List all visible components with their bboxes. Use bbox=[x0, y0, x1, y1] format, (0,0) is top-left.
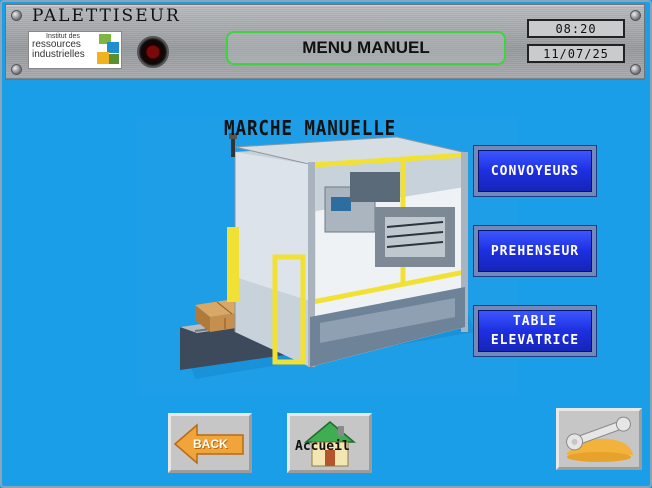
home-button[interactable]: Accueil bbox=[287, 413, 372, 473]
screw-icon bbox=[11, 10, 22, 21]
menu-title: MENU MANUEL bbox=[226, 31, 506, 65]
app-title: PALETTISEUR bbox=[32, 6, 181, 26]
convoyeurs-label: CONVOYEURS bbox=[478, 150, 592, 192]
status-led-icon bbox=[137, 36, 169, 68]
clock-date: 11/07/25 bbox=[527, 44, 625, 63]
convoyeurs-button[interactable]: CONVOYEURS bbox=[473, 145, 597, 197]
logo-line-3: industrielles bbox=[32, 49, 85, 60]
back-label: BACK bbox=[193, 437, 228, 451]
back-button[interactable]: BACK bbox=[168, 413, 252, 473]
screw-icon bbox=[630, 64, 641, 75]
table-elevatrice-label: TABLE ELEVATRICE bbox=[478, 310, 592, 352]
screw-icon bbox=[11, 64, 22, 75]
picture-title: MARCHE MANUELLE bbox=[224, 116, 397, 140]
prehenseur-label: PREHENSEUR bbox=[478, 230, 592, 272]
palletizer-machine-image bbox=[135, 117, 518, 395]
table-elevatrice-button[interactable]: TABLE ELEVATRICE bbox=[473, 305, 597, 357]
screw-icon bbox=[630, 10, 641, 21]
home-label: Accueil bbox=[295, 439, 350, 454]
clock-time: 08:20 bbox=[527, 19, 625, 38]
institute-logo: Institut des ressources industrielles bbox=[28, 31, 122, 69]
settings-button[interactable] bbox=[556, 408, 642, 470]
prehenseur-button[interactable]: PREHENSEUR bbox=[473, 225, 597, 277]
settings-wrench-icon bbox=[566, 416, 633, 462]
